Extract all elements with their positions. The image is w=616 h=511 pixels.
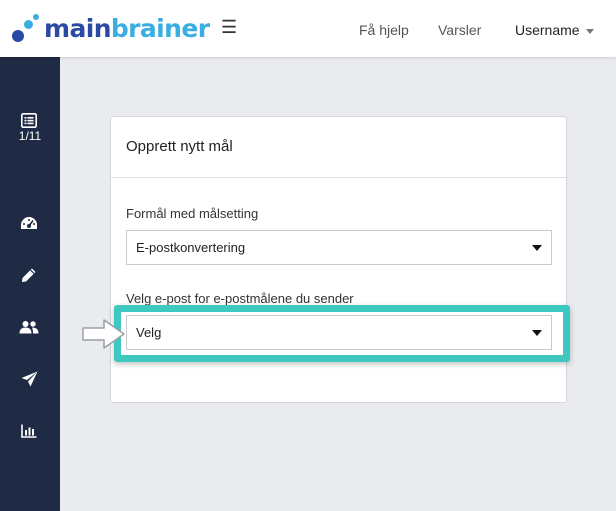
username-label: Username — [515, 22, 580, 38]
logo-dots-icon — [10, 13, 42, 45]
card-title: Opprett nytt mål — [126, 138, 233, 155]
help-link[interactable]: Få hjelp — [359, 21, 409, 39]
alerts-link[interactable]: Varsler — [438, 21, 481, 39]
logo-text-main: main — [44, 14, 111, 43]
pointer-arrow-icon — [80, 317, 128, 356]
chart-icon[interactable] — [18, 420, 40, 442]
step-counter: 1/11 — [18, 129, 42, 143]
highlight-frame — [114, 305, 570, 362]
pencil-icon[interactable] — [18, 264, 40, 286]
dashboard-icon[interactable] — [18, 212, 40, 234]
logo-text: mainbrainer — [44, 13, 210, 45]
top-header: mainbrainer ☰ Få hjelp Varsler Username — [0, 0, 616, 57]
user-menu[interactable]: Username — [515, 21, 594, 39]
list-icon[interactable] — [18, 109, 40, 131]
logo-text-brainer: brainer — [110, 14, 210, 43]
purpose-select[interactable]: E-postkonvertering — [126, 230, 552, 265]
purpose-select-value: E-postkonvertering — [136, 240, 246, 255]
users-icon[interactable] — [18, 316, 40, 338]
caret-down-icon — [532, 245, 542, 251]
mainbrainer-logo[interactable]: mainbrainer — [10, 13, 210, 45]
send-icon[interactable] — [18, 368, 40, 390]
chevron-down-icon — [585, 28, 594, 34]
email-label: Velg e-post for e-postmålene du sender — [126, 291, 354, 306]
hamburger-menu-icon[interactable]: ☰ — [221, 17, 237, 37]
sidebar: 1/11 — [0, 57, 60, 511]
card-divider — [111, 177, 566, 178]
purpose-label: Formål med målsetting — [126, 206, 259, 221]
